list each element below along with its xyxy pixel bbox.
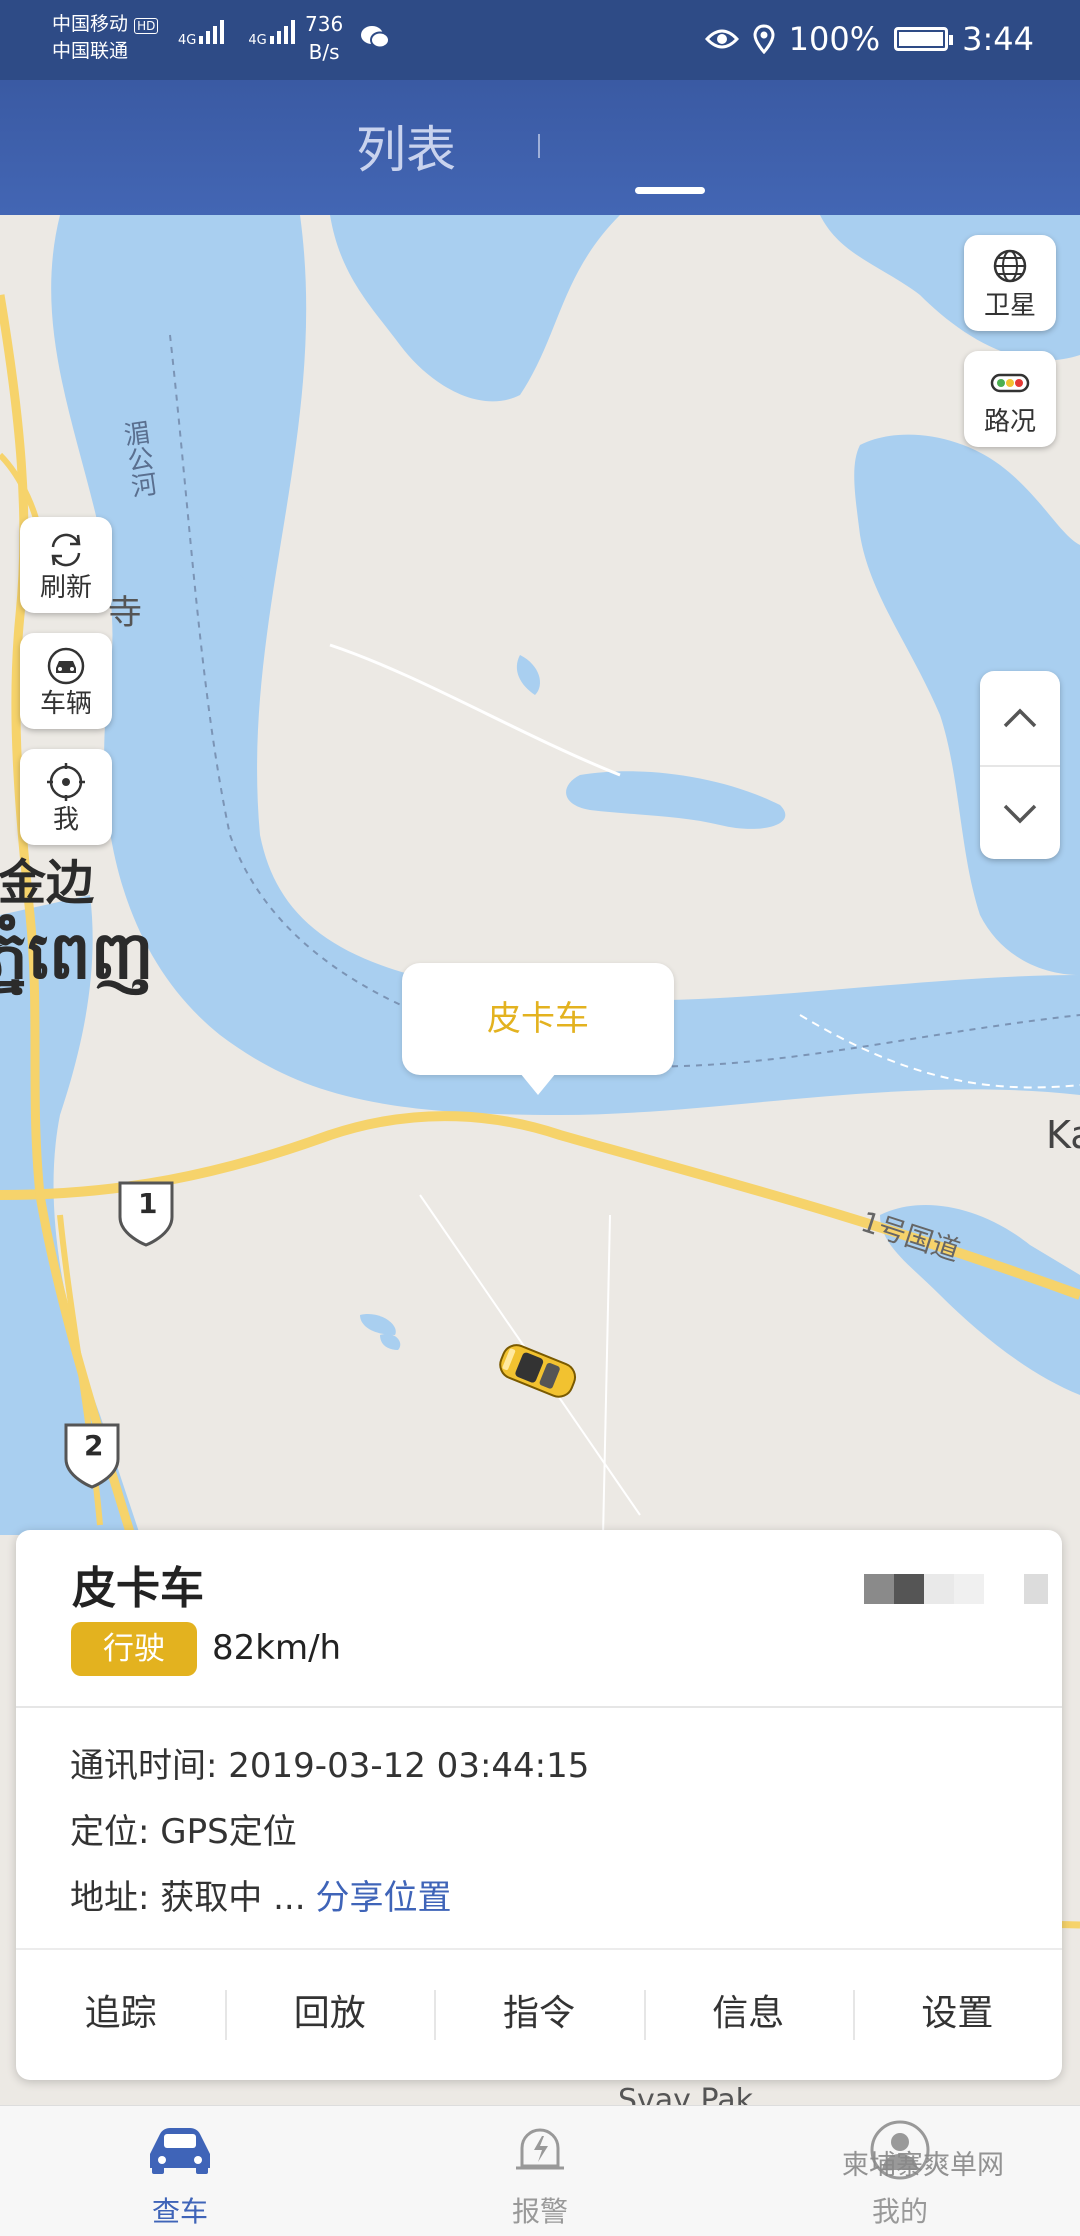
vehicle-info-card: 皮卡车 行驶 82km/h 通讯时间: 2019-03-12 03:44:15 … bbox=[16, 1530, 1062, 2080]
status-right: 100% 3:44 bbox=[704, 20, 1034, 58]
traffic-button[interactable]: 路况 bbox=[964, 351, 1056, 447]
map-label-city-khmer: ភ្នំពេញ bbox=[0, 917, 154, 994]
masked-plate-number bbox=[864, 1574, 1048, 1604]
route-shield-2: 2 bbox=[84, 1429, 104, 1462]
hd-badge: HD bbox=[134, 18, 159, 34]
network-speed-unit: B/s bbox=[308, 40, 340, 64]
tab-list[interactable]: 列表 bbox=[356, 110, 456, 182]
zoom-out-button[interactable] bbox=[980, 765, 1060, 861]
share-location-link[interactable]: 分享位置 bbox=[316, 1878, 452, 1918]
zoom-in-button[interactable] bbox=[980, 671, 1060, 765]
vehicle-name: 皮卡车 bbox=[72, 1563, 204, 1614]
vehicle-marker-label[interactable]: 皮卡车 bbox=[402, 963, 674, 1095]
map-label-temple: 寺 bbox=[108, 593, 142, 633]
vehicle-speed: 82km/h bbox=[212, 1628, 342, 1668]
car-icon bbox=[150, 2128, 210, 2174]
active-tab-indicator bbox=[635, 187, 705, 194]
carrier-1: 中国移动 bbox=[52, 13, 129, 35]
network-type-2: 4G bbox=[248, 33, 267, 48]
network-type-1: 4G bbox=[178, 33, 197, 48]
comm-time-label: 通讯时间: bbox=[70, 1746, 218, 1786]
nav-label-alarm: 报警 bbox=[511, 2195, 568, 2228]
info-button[interactable]: 信息 bbox=[643, 1950, 853, 2078]
me-label: 我 bbox=[52, 805, 79, 835]
network-speed: 736 B/s bbox=[305, 10, 343, 66]
address-label: 地址: bbox=[70, 1878, 150, 1918]
nav-label-profile: 我的 bbox=[871, 2195, 928, 2228]
status-badge: 行驶 bbox=[71, 1622, 197, 1676]
satellite-button[interactable]: 卫星 bbox=[964, 235, 1056, 331]
nav-label-check-vehicle: 查车 bbox=[151, 2195, 208, 2228]
address-row: 地址: 获取中 ... 分享位置 bbox=[70, 1870, 452, 1919]
signal-indicators: 4G 4G bbox=[178, 18, 295, 48]
clock: 3:44 bbox=[962, 20, 1034, 58]
battery-percent: 100% bbox=[788, 20, 881, 58]
refresh-label: 刷新 bbox=[39, 573, 92, 603]
bottom-nav: 查车 报警 我的 柬埔寨爽单网 bbox=[0, 2105, 1080, 2236]
battery-icon bbox=[894, 27, 954, 51]
playback-button[interactable]: 回放 bbox=[225, 1950, 434, 2078]
signal-icon: 4G bbox=[248, 18, 295, 48]
comm-time-row: 通讯时间: 2019-03-12 03:44:15 bbox=[70, 1738, 589, 1787]
address-value: 获取中 ... bbox=[160, 1878, 306, 1918]
top-tab-bar: 列表 地图 bbox=[0, 80, 1080, 364]
location-type-label: 定位: bbox=[70, 1812, 150, 1852]
status-bar: 中国移动 HD 中国联通 4G 4G 736 B/s 100% 3:44 bbox=[0, 0, 1080, 80]
settings-button[interactable]: 设置 bbox=[852, 1950, 1062, 2078]
vehicle-label: 车辆 bbox=[39, 689, 92, 719]
network-speed-value: 736 bbox=[305, 12, 344, 36]
card-actions: 追踪 回放 指令 信息 设置 bbox=[16, 1950, 1062, 2078]
map-label-city-cn: 金边 bbox=[0, 855, 95, 911]
nav-item-alarm[interactable]: 报警 bbox=[440, 2106, 640, 2236]
location-type-value: GPS定位 bbox=[160, 1812, 297, 1852]
location-type-row: 定位: GPS定位 bbox=[70, 1804, 297, 1853]
map-label-bottom: Svay Pak bbox=[618, 2083, 753, 2105]
comm-time-value: 2019-03-12 03:44:15 bbox=[228, 1746, 590, 1786]
location-icon bbox=[753, 24, 775, 54]
my-location-button[interactable]: 我 bbox=[20, 749, 112, 845]
nav-item-check-vehicle[interactable]: 查车 bbox=[80, 2106, 280, 2236]
command-button[interactable]: 指令 bbox=[434, 1950, 643, 2078]
crosshair-icon bbox=[47, 763, 85, 801]
track-button[interactable]: 追踪 bbox=[16, 1950, 225, 2078]
tab-separator bbox=[538, 134, 540, 158]
vehicle-button[interactable]: 车辆 bbox=[20, 633, 112, 729]
wechat-icon bbox=[361, 26, 390, 49]
carrier-info: 中国移动 HD 中国联通 bbox=[52, 12, 159, 64]
route-shield-1: 1 bbox=[138, 1187, 158, 1220]
zoom-control bbox=[980, 671, 1060, 859]
divider bbox=[16, 1706, 1062, 1708]
map-label-edge: Ka bbox=[1046, 1113, 1080, 1157]
globe-icon bbox=[993, 249, 1027, 283]
eye-icon bbox=[704, 29, 739, 49]
car-icon bbox=[47, 647, 85, 685]
traffic-light-icon bbox=[990, 373, 1030, 393]
refresh-button[interactable]: 刷新 bbox=[20, 517, 112, 613]
vehicle-marker-car-icon[interactable] bbox=[492, 1340, 584, 1400]
refresh-icon bbox=[51, 533, 81, 567]
traffic-label: 路况 bbox=[983, 407, 1036, 437]
signal-icon: 4G bbox=[178, 18, 225, 48]
chevron-down-icon bbox=[1003, 804, 1037, 824]
carrier-2: 中国联通 bbox=[52, 40, 129, 62]
satellite-label: 卫星 bbox=[983, 291, 1036, 321]
watermark: 柬埔寨爽单网 bbox=[842, 2150, 1004, 2181]
chevron-up-icon bbox=[1003, 708, 1037, 728]
alarm-bell-icon bbox=[516, 2128, 564, 2170]
